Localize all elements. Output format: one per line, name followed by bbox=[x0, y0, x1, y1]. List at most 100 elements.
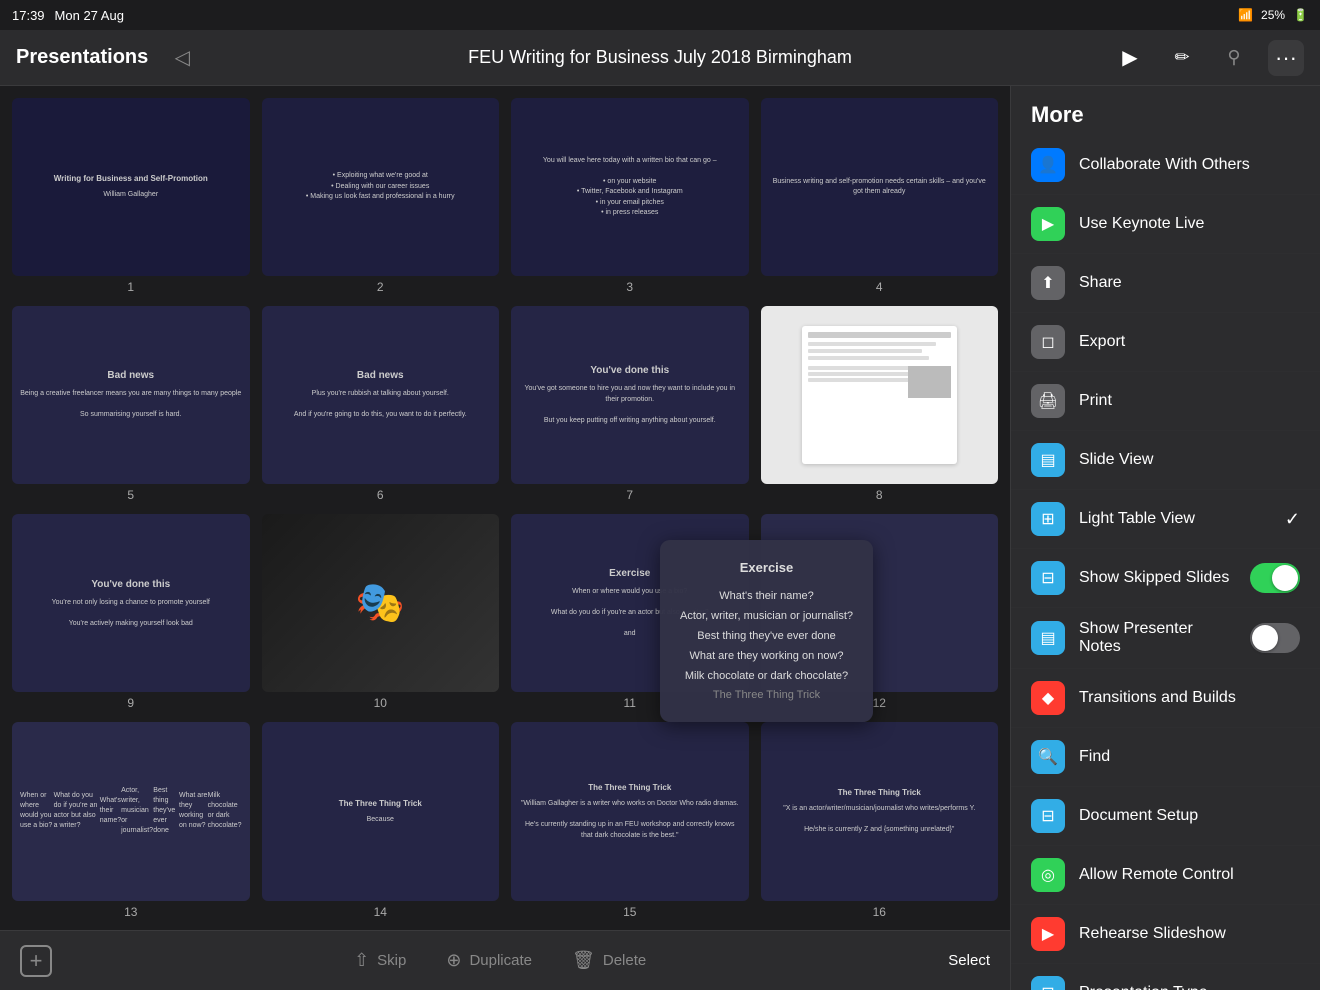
right-panel: More 👤Collaborate With Others▶Use Keynot… bbox=[1010, 86, 1320, 990]
slide-area[interactable]: Writing for Business and Self-Promotion … bbox=[0, 86, 1010, 990]
delete-icon: 🗑 bbox=[572, 950, 595, 971]
transitions-label: Transitions and Builds bbox=[1079, 689, 1300, 707]
slide-view-label: Slide View bbox=[1079, 451, 1300, 469]
wifi-icon: 📶 bbox=[1238, 8, 1253, 22]
panel-item-show-skipped[interactable]: ⊟ Show Skipped Slides bbox=[1011, 549, 1320, 608]
slide-thumbnail[interactable]: You will leave here today with a written… bbox=[511, 98, 749, 276]
slide-thumbnail[interactable] bbox=[761, 306, 999, 484]
slide-thumbnail[interactable]: 🎭 bbox=[262, 514, 500, 692]
rehearse-label: Rehearse Slideshow bbox=[1079, 925, 1300, 943]
slide-item[interactable]: The Three Thing Trick Because 14 bbox=[262, 722, 500, 918]
slide-item[interactable]: You've done this You've got someone to h… bbox=[511, 306, 749, 502]
slide-number: 6 bbox=[377, 488, 384, 502]
slide-item[interactable]: 8 bbox=[761, 306, 999, 502]
collaborate-icon: 👤 bbox=[1031, 148, 1065, 182]
panel-item-collaborate[interactable]: 👤Collaborate With Others bbox=[1011, 136, 1320, 195]
export-label: Export bbox=[1079, 333, 1300, 351]
slide-thumbnail[interactable]: Bad news Being a creative freelancer mea… bbox=[12, 306, 250, 484]
panel-item-doc-setup[interactable]: ⊟ Document Setup bbox=[1011, 787, 1320, 846]
slide-number: 4 bbox=[876, 280, 883, 294]
slide-thumbnail[interactable]: Writing for Business and Self-Promotion … bbox=[12, 98, 250, 276]
slide-number: 3 bbox=[626, 280, 633, 294]
keynote-live-icon: ▶ bbox=[1031, 207, 1065, 241]
show-skipped-icon: ⊟ bbox=[1031, 561, 1065, 595]
doc-title: FEU Writing for Business July 2018 Birmi… bbox=[468, 47, 852, 68]
slide-item[interactable]: Bad news Plus you're rubbish at talking … bbox=[262, 306, 500, 502]
light-table-label: Light Table View bbox=[1079, 510, 1271, 528]
slide-item[interactable]: • Exploiting what we're good at• Dealing… bbox=[262, 98, 500, 294]
slide-thumbnail[interactable]: The Three Thing Trick Because bbox=[262, 722, 500, 900]
slide-thumbnail[interactable]: Business writing and self-promotion need… bbox=[761, 98, 999, 276]
slide-thumbnail[interactable]: • Exploiting what we're good at• Dealing… bbox=[262, 98, 500, 276]
status-date: Mon 27 Aug bbox=[55, 8, 124, 23]
slide-number: 13 bbox=[124, 905, 137, 919]
slide-item[interactable]: 🎭 10 bbox=[262, 514, 500, 710]
slide-number: 10 bbox=[374, 696, 387, 710]
slide-item[interactable]: Writing for Business and Self-Promotion … bbox=[12, 98, 250, 294]
panel-item-pres-type[interactable]: ⊟Presentation Type bbox=[1011, 964, 1320, 990]
slide-number: 11 bbox=[624, 696, 636, 710]
annotate-button[interactable]: ✏ bbox=[1164, 40, 1200, 76]
slide-item[interactable]: Bad news Being a creative freelancer mea… bbox=[12, 306, 250, 502]
pres-type-icon: ⊟ bbox=[1031, 976, 1065, 990]
find-icon: 🔍 bbox=[1031, 740, 1065, 774]
share-button[interactable]: ⚲ bbox=[1216, 40, 1252, 76]
play-button[interactable]: ▶ bbox=[1112, 40, 1148, 76]
show-skipped-toggle[interactable] bbox=[1250, 563, 1300, 593]
skip-button[interactable]: ⇧ Skip bbox=[354, 950, 406, 971]
slide-thumbnail[interactable]: Bad news Plus you're rubbish at talking … bbox=[262, 306, 500, 484]
panel-item-transitions[interactable]: ◆ Transitions and Builds bbox=[1011, 669, 1320, 728]
light-table-icon: ⊞ bbox=[1031, 502, 1065, 536]
panel-item-presenter-notes[interactable]: ▤Show Presenter Notes bbox=[1011, 608, 1320, 669]
duplicate-button[interactable]: ⊕ Duplicate bbox=[446, 950, 532, 971]
duplicate-label: Duplicate bbox=[469, 952, 532, 969]
slide-item[interactable]: You will leave here today with a written… bbox=[511, 98, 749, 294]
rehearse-icon: ▶ bbox=[1031, 917, 1065, 951]
slide-thumbnail[interactable]: When or where would you use a bio?What d… bbox=[12, 722, 250, 900]
slide-number: 7 bbox=[626, 488, 633, 502]
toolbar: Presentations ◁ FEU Writing for Business… bbox=[0, 30, 1320, 86]
slide-item[interactable]: The Three Thing Trick "X is an actor/wri… bbox=[761, 722, 999, 918]
slide-thumbnail[interactable]: The Three Thing Trick "X is an actor/wri… bbox=[761, 722, 999, 900]
status-time: 17:39 bbox=[12, 8, 45, 23]
slide-number: 16 bbox=[873, 905, 886, 919]
checkmark-icon: ✓ bbox=[1285, 509, 1300, 530]
add-icon: + bbox=[20, 945, 52, 977]
panel-item-export[interactable]: ◻Export bbox=[1011, 313, 1320, 372]
duplicate-icon: ⊕ bbox=[446, 950, 461, 971]
panel-item-share[interactable]: ⬆Share bbox=[1011, 254, 1320, 313]
panel-item-keynote-live[interactable]: ▶ Use Keynote Live bbox=[1011, 195, 1320, 254]
presenter-notes-icon: ▤ bbox=[1031, 621, 1065, 655]
show-skipped-label: Show Skipped Slides bbox=[1079, 569, 1236, 587]
panel-item-light-table[interactable]: ⊞ Light Table View ✓ bbox=[1011, 490, 1320, 549]
transitions-icon: ◆ bbox=[1031, 681, 1065, 715]
doc-setup-icon: ⊟ bbox=[1031, 799, 1065, 833]
panel-item-remote[interactable]: ◎Allow Remote Control bbox=[1011, 846, 1320, 905]
add-slide-button[interactable]: + bbox=[20, 945, 52, 977]
exercise-popup: ExerciseWhat's their name?Actor, writer,… bbox=[660, 540, 873, 722]
more-button[interactable]: ··· bbox=[1268, 40, 1304, 76]
panel-item-slide-view[interactable]: ▤Slide View bbox=[1011, 431, 1320, 490]
panel-item-rehearse[interactable]: ▶ Rehearse Slideshow bbox=[1011, 905, 1320, 964]
print-label: Print bbox=[1079, 392, 1300, 410]
panel-item-print[interactable]: 🖨Print bbox=[1011, 372, 1320, 431]
slide-item[interactable]: Business writing and self-promotion need… bbox=[761, 98, 999, 294]
select-label: Select bbox=[948, 952, 990, 969]
slide-thumbnail[interactable]: You've done this You've got someone to h… bbox=[511, 306, 749, 484]
slide-item[interactable]: When or where would you use a bio?What d… bbox=[12, 722, 250, 918]
back-button[interactable]: ◁ bbox=[164, 40, 200, 76]
status-bar: 17:39 Mon 27 Aug 📶 25% 🔋 bbox=[0, 0, 1320, 30]
doc-setup-label: Document Setup bbox=[1079, 807, 1300, 825]
slide-item[interactable]: The Three Thing Trick "William Gallagher… bbox=[511, 722, 749, 918]
keynote-live-label: Use Keynote Live bbox=[1079, 215, 1300, 233]
panel-item-find[interactable]: 🔍Find bbox=[1011, 728, 1320, 787]
slide-number: 2 bbox=[377, 280, 384, 294]
slide-thumbnail[interactable]: You've done this You're not only losing … bbox=[12, 514, 250, 692]
delete-button[interactable]: 🗑 Delete bbox=[572, 950, 646, 971]
slide-item[interactable]: You've done this You're not only losing … bbox=[12, 514, 250, 710]
slide-thumbnail[interactable]: The Three Thing Trick "William Gallagher… bbox=[511, 722, 749, 900]
presenter-notes-toggle[interactable] bbox=[1250, 623, 1300, 653]
remote-icon: ◎ bbox=[1031, 858, 1065, 892]
share-label: Share bbox=[1079, 274, 1300, 292]
select-button[interactable]: Select bbox=[948, 952, 990, 969]
